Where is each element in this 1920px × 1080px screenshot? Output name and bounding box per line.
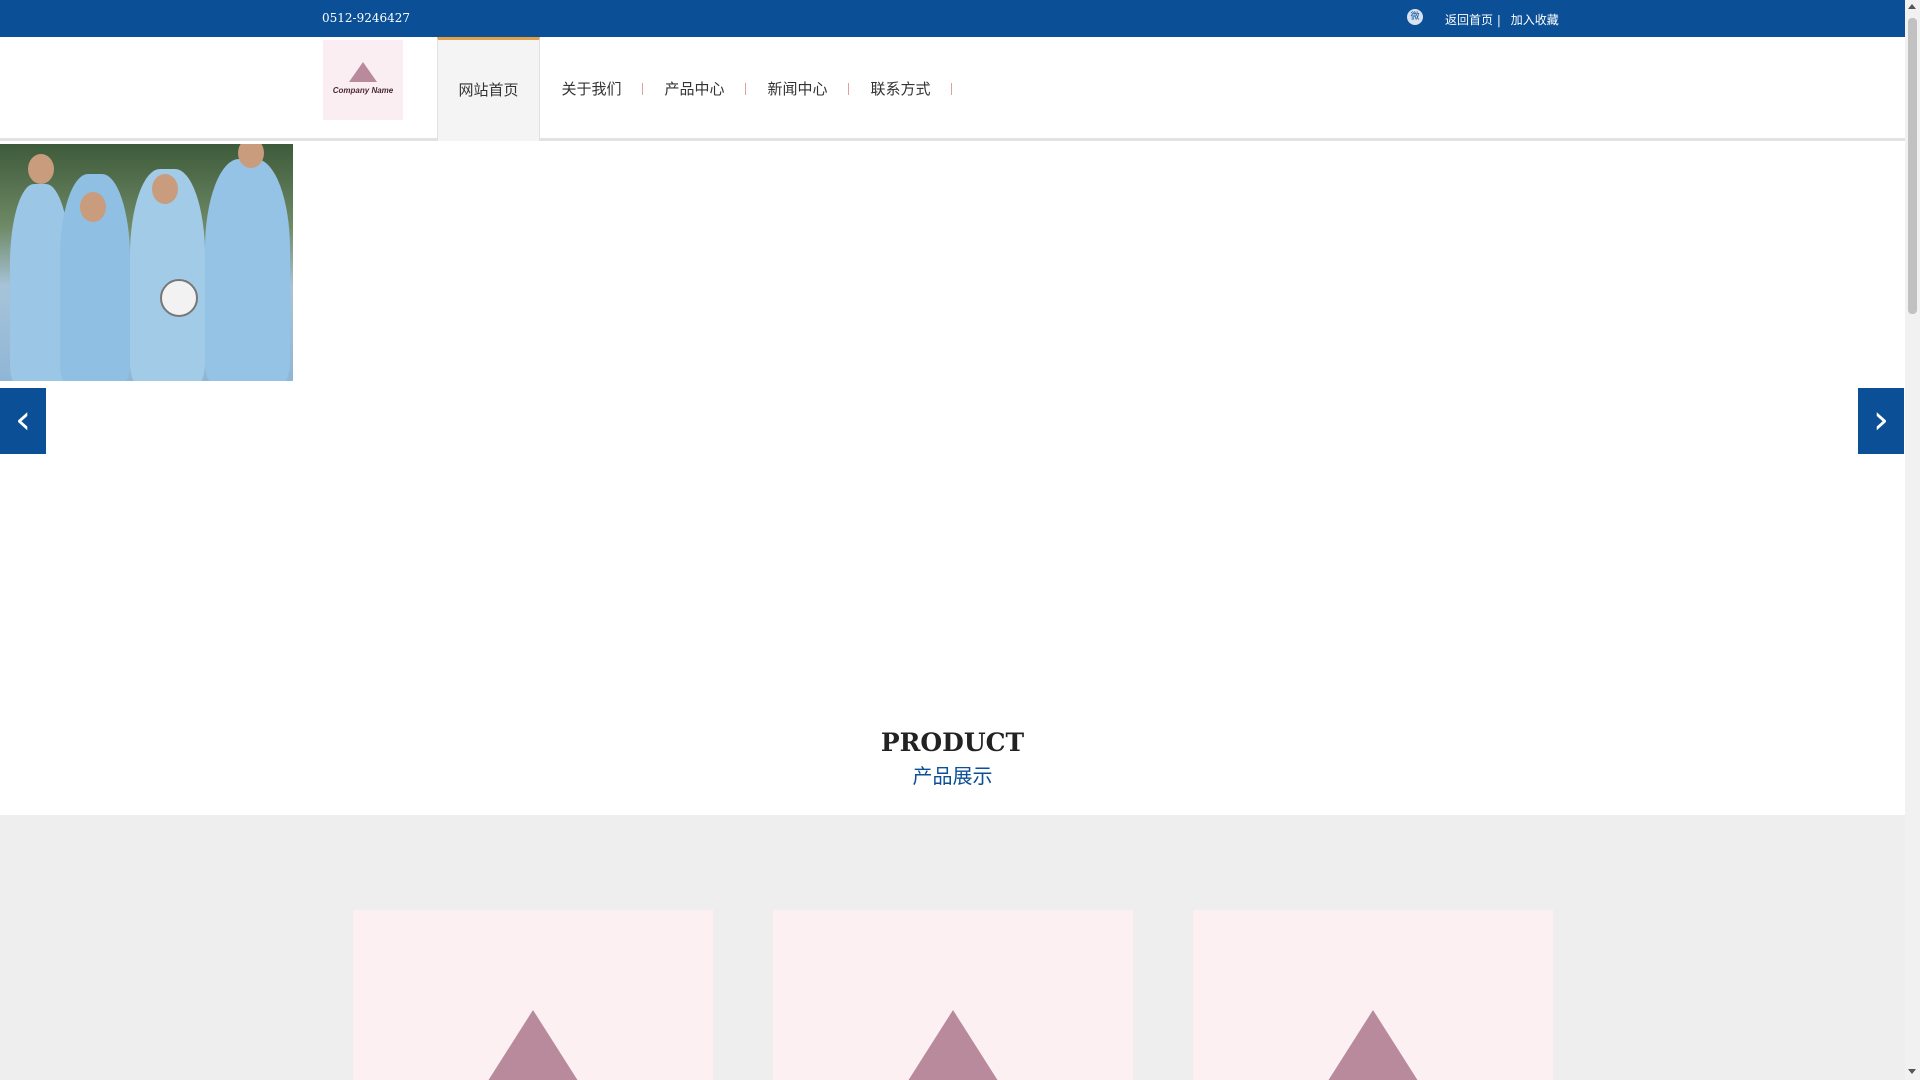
product-list xyxy=(0,815,1905,1080)
main-nav: 网站首页 关于我们 产品中心 新闻中心 联系方式 xyxy=(437,37,952,141)
product-card[interactable] xyxy=(773,910,1133,1080)
nav-item-about[interactable]: 关于我们 xyxy=(540,37,643,141)
nav-divider xyxy=(951,83,952,95)
logo-text: Company Name xyxy=(332,86,394,95)
placeholder-image-icon xyxy=(486,1010,580,1080)
vertical-scrollbar[interactable] xyxy=(1905,0,1920,1080)
placeholder-image-icon xyxy=(1326,1010,1420,1080)
product-card[interactable] xyxy=(353,910,713,1080)
nav-item-news[interactable]: 新闻中心 xyxy=(746,37,849,141)
slider-next-button[interactable]: › xyxy=(1858,388,1904,454)
scroll-down-icon[interactable] xyxy=(1908,1069,1916,1074)
placeholder-image-icon xyxy=(906,1010,1000,1080)
football-icon xyxy=(160,279,198,317)
scroll-up-icon[interactable] xyxy=(1908,4,1916,9)
player-head xyxy=(28,154,54,184)
header: Company Name 网站首页 关于我们 产品中心 新闻中心 联系方式 xyxy=(0,37,1905,141)
product-section-subtitle: 产品展示 xyxy=(912,764,993,788)
banner-slider: ‹ › xyxy=(0,144,1905,699)
product-card[interactable] xyxy=(1193,910,1553,1080)
product-section-title: PRODUCT xyxy=(880,728,1025,757)
slider-prev-button[interactable]: ‹ xyxy=(0,388,46,454)
nav-item-home[interactable]: 网站首页 xyxy=(437,37,540,141)
nav-item-products[interactable]: 产品中心 xyxy=(643,37,746,141)
logo-triangle-icon xyxy=(349,62,377,82)
scrollbar-thumb[interactable] xyxy=(1908,18,1917,314)
back-home-link[interactable]: 返回首页 | xyxy=(1445,13,1501,27)
player-head xyxy=(152,174,178,204)
player-shape xyxy=(205,159,290,381)
add-favorite-link[interactable]: 加入收藏 xyxy=(1511,13,1559,27)
player-head xyxy=(80,192,106,222)
wechat-icon[interactable]: 微 xyxy=(1407,9,1423,25)
top-bar: 0512-9246427 微 返回首页 | 加入收藏 xyxy=(0,0,1905,37)
page: 0512-9246427 微 返回首页 | 加入收藏 Company Name … xyxy=(0,0,1920,1080)
nav-item-contact[interactable]: 联系方式 xyxy=(849,37,952,141)
phone-number: 0512-9246427 xyxy=(322,11,411,25)
logo[interactable]: Company Name xyxy=(323,40,403,120)
banner-photo[interactable] xyxy=(0,144,293,381)
top-links: 返回首页 | 加入收藏 xyxy=(1445,11,1565,28)
